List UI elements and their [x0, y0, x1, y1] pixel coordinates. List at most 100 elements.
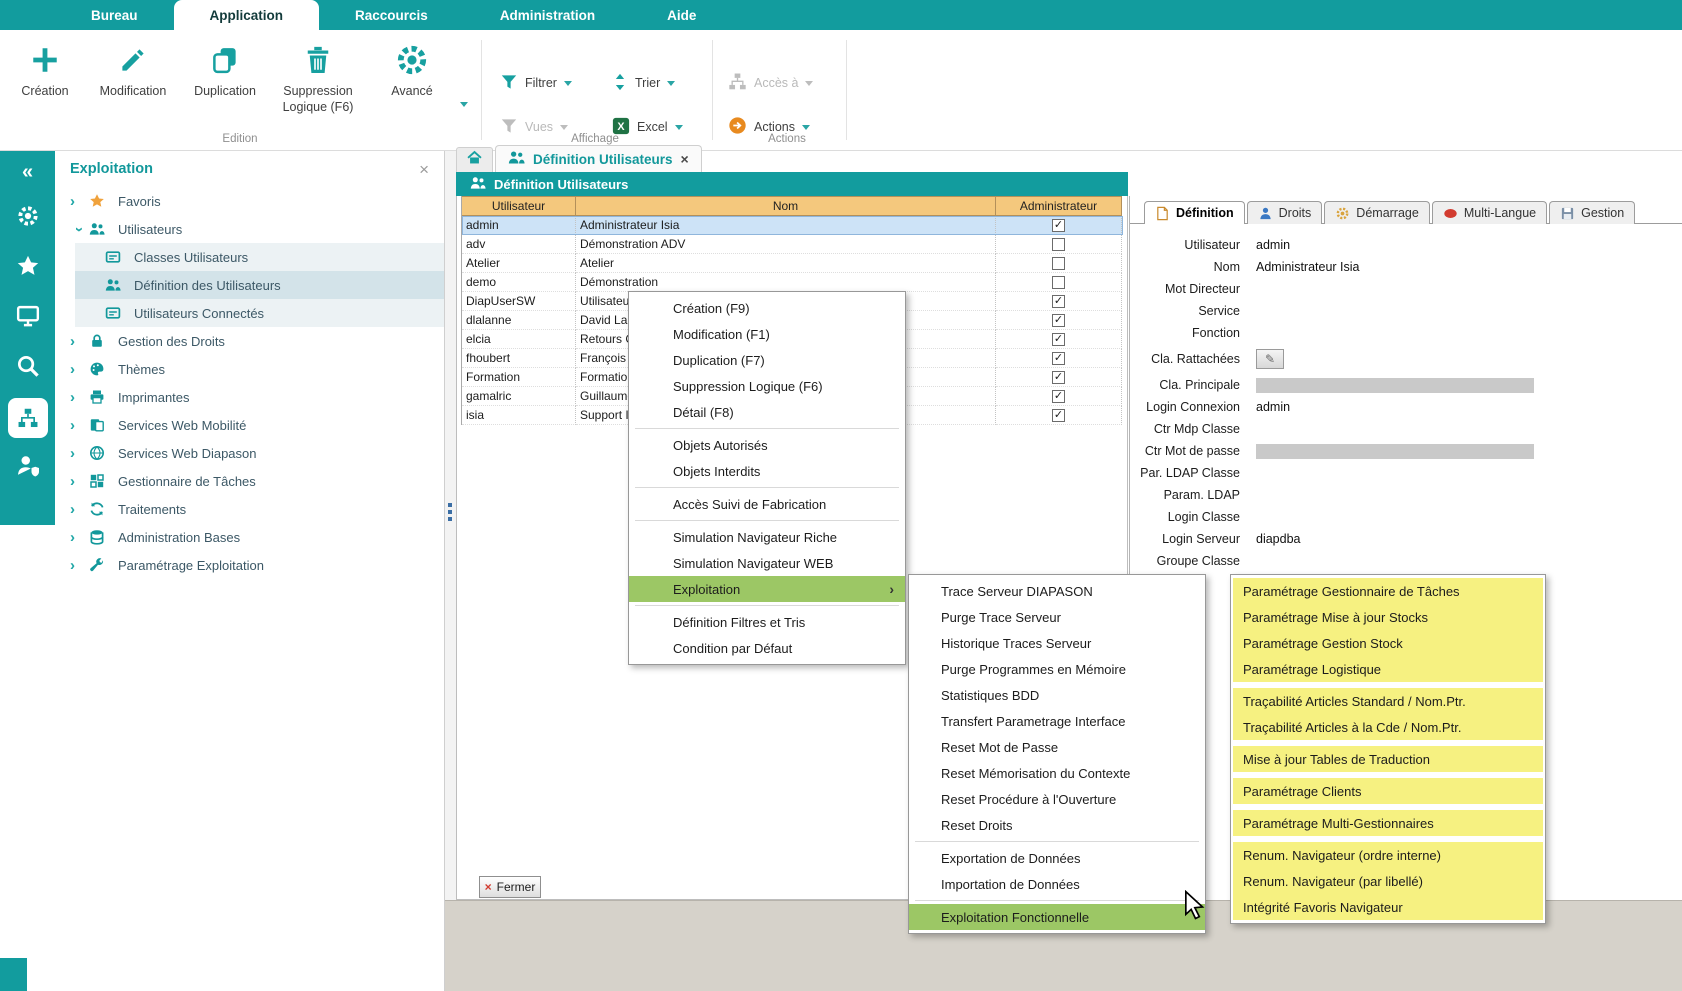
sidebar-item-administration-bases[interactable]: ›Administration Bases — [55, 523, 444, 551]
rail-users-button[interactable] — [0, 443, 55, 493]
field-value[interactable]: admin — [1256, 238, 1290, 252]
close-icon[interactable]: × — [681, 151, 689, 167]
trier-button[interactable]: Trier — [612, 70, 675, 96]
admin-checkbox[interactable]: ✓ — [1052, 409, 1065, 422]
menu-tab-aide[interactable]: Aide — [631, 0, 732, 30]
sidebar-item-utilisateurs-connectes[interactable]: Utilisateurs Connectés — [75, 299, 444, 327]
sidebar-item-utilisateurs[interactable]: ›Utilisateurs — [55, 215, 444, 243]
admin-checkbox[interactable]: ✓ — [1052, 390, 1065, 403]
tab-definition-utilisateurs[interactable]: Définition Utilisateurs × — [495, 145, 702, 172]
menu-item-objets-interdits[interactable]: Objets Interdits — [629, 458, 905, 484]
table-row-atelier[interactable]: AtelierAtelier — [462, 254, 1123, 273]
attached-classes-button[interactable]: ✎ — [1256, 349, 1284, 369]
menu-item-duplication-f7[interactable]: Duplication (F7) — [629, 347, 905, 373]
close-panel-button[interactable]: × Fermer — [479, 876, 541, 898]
detail-tab-multi-langue[interactable]: Multi-Langue — [1432, 201, 1547, 224]
sidebar-item-favoris[interactable]: ›Favoris — [55, 187, 444, 215]
menu-item-historique-traces-serveur[interactable]: Historique Traces Serveur — [909, 630, 1205, 656]
sidebar-item-classes-utilisateurs[interactable]: Classes Utilisateurs — [75, 243, 444, 271]
menu-item-renum-navigateur-par-libelle[interactable]: Renum. Navigateur (par libellé) — [1233, 868, 1543, 894]
field-value[interactable]: Administrateur Isia — [1256, 260, 1360, 274]
admin-checkbox[interactable] — [1052, 238, 1065, 251]
table-row-adv[interactable]: advDémonstration ADV — [462, 235, 1123, 254]
table-row-admin[interactable]: adminAdministrateur Isia✓ — [462, 216, 1123, 235]
menu-item-statistiques-bdd[interactable]: Statistiques BDD — [909, 682, 1205, 708]
menu-item-detail-f8[interactable]: Détail (F8) — [629, 399, 905, 425]
menu-item-reset-procedure-a-l-ouverture[interactable]: Reset Procédure à l'Ouverture — [909, 786, 1205, 812]
rail-settings-button[interactable] — [0, 193, 55, 243]
chevron-right-icon[interactable]: › — [70, 333, 89, 350]
sidebar-item-themes[interactable]: ›Thèmes — [55, 355, 444, 383]
menu-item-mise-a-jour-tables-de-traduction[interactable]: Mise à jour Tables de Traduction — [1233, 746, 1543, 772]
menu-item-simulation-navigateur-riche[interactable]: Simulation Navigateur Riche — [629, 524, 905, 550]
sidebar-item-services-web-mobilite[interactable]: ›Services Web Mobilité — [55, 411, 444, 439]
admin-checkbox[interactable] — [1052, 257, 1065, 270]
menu-item-renum-navigateur-ordre-interne[interactable]: Renum. Navigateur (ordre interne) — [1233, 842, 1543, 868]
menu-tab-raccourcis[interactable]: Raccourcis — [319, 0, 464, 30]
menu-item-integrite-favoris-navigateur[interactable]: Intégrité Favoris Navigateur — [1233, 894, 1543, 920]
menu-item-tracabilite-articles-standard-nom-ptr[interactable]: Traçabilité Articles Standard / Nom.Ptr. — [1233, 688, 1543, 714]
menu-item-exploitation[interactable]: Exploitation› — [629, 576, 905, 602]
admin-checkbox[interactable]: ✓ — [1052, 333, 1065, 346]
chevron-right-icon[interactable]: › — [70, 557, 89, 574]
rail-search-button[interactable] — [0, 343, 55, 393]
chevron-right-icon[interactable]: › — [70, 389, 89, 406]
detail-tab-definition[interactable]: Définition — [1144, 201, 1245, 224]
admin-checkbox[interactable]: ✓ — [1052, 219, 1065, 232]
menu-item-creation-f9[interactable]: Création (F9) — [629, 295, 905, 321]
chevron-right-icon[interactable]: › — [70, 445, 89, 462]
sidebar-splitter[interactable] — [445, 151, 456, 991]
menu-item-parametrage-logistique[interactable]: Paramétrage Logistique — [1233, 656, 1543, 682]
field-value[interactable]: diapdba — [1256, 532, 1301, 546]
menu-item-acces-suivi-de-fabrication[interactable]: Accès Suivi de Fabrication — [629, 491, 905, 517]
menu-item-purge-programmes-en-memoire[interactable]: Purge Programmes en Mémoire — [909, 656, 1205, 682]
admin-checkbox[interactable]: ✓ — [1052, 314, 1065, 327]
menu-item-exportation-de-donnees[interactable]: Exportation de Données — [909, 845, 1205, 871]
menu-item-condition-par-defaut[interactable]: Condition par Défaut — [629, 635, 905, 661]
menu-item-purge-trace-serveur[interactable]: Purge Trace Serveur — [909, 604, 1205, 630]
rail-exploitation-button[interactable] — [0, 393, 55, 443]
menu-item-parametrage-clients[interactable]: Paramétrage Clients — [1233, 778, 1543, 804]
menu-tab-administration[interactable]: Administration — [464, 0, 631, 30]
chevron-down-icon[interactable]: › — [71, 220, 88, 239]
modification-button[interactable]: Modification — [88, 40, 178, 100]
avance-dropdown-caret-icon[interactable] — [460, 102, 468, 107]
admin-checkbox[interactable]: ✓ — [1052, 352, 1065, 365]
sidebar-item-imprimantes[interactable]: ›Imprimantes — [55, 383, 444, 411]
sidebar-item-gestion-des-droits[interactable]: ›Gestion des Droits — [55, 327, 444, 355]
detail-tab-gestion[interactable]: Gestion — [1549, 201, 1635, 224]
menu-item-importation-de-donnees[interactable]: Importation de Données — [909, 871, 1205, 897]
tab-home[interactable] — [456, 147, 493, 172]
menu-item-parametrage-gestion-stock[interactable]: Paramétrage Gestion Stock — [1233, 630, 1543, 656]
column-header-nom[interactable]: Nom — [576, 196, 996, 216]
chevron-right-icon[interactable]: › — [70, 529, 89, 546]
sidebar-item-traitements[interactable]: ›Traitements — [55, 495, 444, 523]
menu-item-simulation-navigateur-web[interactable]: Simulation Navigateur WEB — [629, 550, 905, 576]
sidebar-item-parametrage-exploitation[interactable]: ›Paramétrage Exploitation — [55, 551, 444, 579]
menu-item-tracabilite-articles-a-la-cde-nom-ptr[interactable]: Traçabilité Articles à la Cde / Nom.Ptr. — [1233, 714, 1543, 740]
menu-item-parametrage-mise-a-jour-stocks[interactable]: Paramétrage Mise à jour Stocks — [1233, 604, 1543, 630]
chevron-right-icon[interactable]: › — [70, 417, 89, 434]
suppression-logique-button[interactable]: Suppression Logique (F6) — [268, 40, 368, 115]
menu-item-trace-serveur-diapason[interactable]: Trace Serveur DIAPASON — [909, 578, 1205, 604]
menu-item-suppression-logique-f6[interactable]: Suppression Logique (F6) — [629, 373, 905, 399]
column-header-administrateur[interactable]: Administrateur — [996, 196, 1122, 216]
close-icon[interactable]: × — [419, 161, 429, 178]
menu-item-reset-memorisation-du-contexte[interactable]: Reset Mémorisation du Contexte — [909, 760, 1205, 786]
avance-button[interactable]: Avancé — [372, 40, 452, 100]
menu-item-objets-autorises[interactable]: Objets Autorisés — [629, 432, 905, 458]
chevron-right-icon[interactable]: › — [70, 193, 89, 210]
column-header-utilisateur[interactable]: Utilisateur — [462, 196, 576, 216]
chevron-right-icon[interactable]: › — [70, 501, 89, 518]
menu-item-parametrage-multi-gestionnaires[interactable]: Paramétrage Multi-Gestionnaires — [1233, 810, 1543, 836]
menu-item-parametrage-gestionnaire-de-taches[interactable]: Paramétrage Gestionnaire de Tâches — [1233, 578, 1543, 604]
menu-item-definition-filtres-et-tris[interactable]: Définition Filtres et Tris — [629, 609, 905, 635]
sidebar-item-definition-des-utilisateurs[interactable]: Définition des Utilisateurs — [75, 271, 444, 299]
menu-item-transfert-parametrage-interface[interactable]: Transfert Parametrage Interface — [909, 708, 1205, 734]
menu-item-reset-mot-de-passe[interactable]: Reset Mot de Passe — [909, 734, 1205, 760]
admin-checkbox[interactable] — [1052, 276, 1065, 289]
field-value[interactable]: admin — [1256, 400, 1290, 414]
table-row-demo[interactable]: demoDémonstration — [462, 273, 1123, 292]
sidebar-item-gestionnaire-de-taches[interactable]: ›Gestionnaire de Tâches — [55, 467, 444, 495]
chevron-right-icon[interactable]: › — [70, 361, 89, 378]
